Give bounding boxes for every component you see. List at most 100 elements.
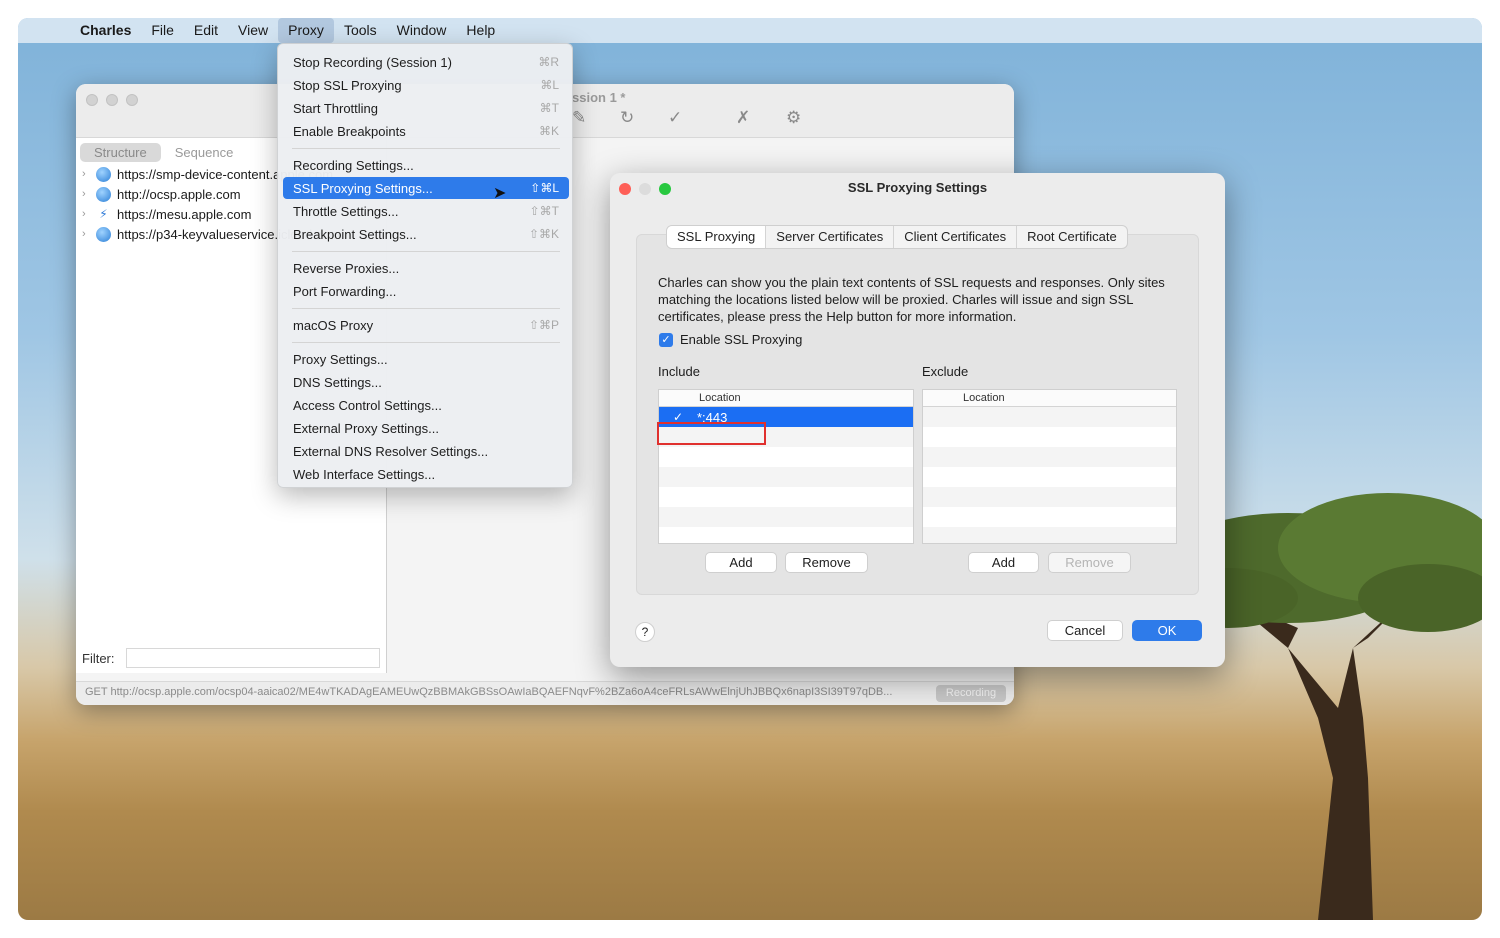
menu-item-label: DNS Settings... <box>293 374 382 390</box>
menu-item[interactable]: Stop SSL Proxying ⌘L <box>283 74 569 96</box>
menu-item-label: Stop SSL Proxying <box>293 77 402 93</box>
menu-view[interactable]: View <box>228 18 278 43</box>
gear-icon[interactable]: ⚙ <box>786 108 801 128</box>
tab-server-certificates[interactable]: Server Certificates <box>766 226 895 248</box>
close-icon[interactable] <box>86 94 98 106</box>
menu-bar: Charles File Edit View Proxy Tools Windo… <box>18 18 1482 43</box>
menu-item-shortcut: ⇧⌘K <box>528 227 559 241</box>
chevron-right-icon[interactable]: › <box>82 228 96 240</box>
menu-item[interactable]: Access Control Settings... <box>283 394 569 416</box>
menu-edit[interactable]: Edit <box>184 18 228 43</box>
window-controls[interactable] <box>86 94 138 106</box>
menu-item-shortcut: ⌘R <box>538 55 559 69</box>
menu-item-label: Port Forwarding... <box>293 283 397 299</box>
menu-tools[interactable]: Tools <box>334 18 387 43</box>
status-text: GET http://ocsp.apple.com/ocsp04-aaica02… <box>85 686 893 698</box>
mouse-cursor-icon: ➤ <box>493 185 507 202</box>
globe-icon <box>96 166 111 182</box>
menu-item[interactable]: External Proxy Settings... <box>283 417 569 439</box>
tab-root-certificate[interactable]: Root Certificate <box>1017 226 1127 248</box>
menu-separator <box>292 342 560 343</box>
menu-item-label: Reverse Proxies... <box>293 260 400 276</box>
checkbox-checked-icon[interactable]: ✓ <box>659 332 673 347</box>
menu-item[interactable]: Port Forwarding... <box>283 280 569 302</box>
status-bar: GET http://ocsp.apple.com/ocsp04-aaica02… <box>76 681 1014 705</box>
cancel-button[interactable]: Cancel <box>1047 620 1123 641</box>
menu-item-label: Proxy Settings... <box>293 351 388 367</box>
menu-item-shortcut: ⌘K <box>538 124 559 138</box>
minimize-icon[interactable] <box>106 94 118 106</box>
menu-item-label: Access Control Settings... <box>293 397 442 413</box>
menu-item-label: Throttle Settings... <box>293 203 399 219</box>
menu-separator <box>292 148 560 149</box>
desktop: Charles File Edit View Proxy Tools Windo… <box>18 18 1482 920</box>
tab-client-certificates[interactable]: Client Certificates <box>894 226 1018 248</box>
include-label: Include <box>658 364 700 379</box>
pen-icon[interactable]: ✎ <box>572 108 586 128</box>
filter-input[interactable] <box>126 648 380 668</box>
menu-separator <box>292 308 560 309</box>
menu-item[interactable]: Web Interface Settings... <box>283 463 569 485</box>
tree-item-label: https://mesu.apple.com <box>117 206 252 222</box>
globe-icon <box>96 226 111 242</box>
tab-sequence[interactable]: Sequence <box>161 143 248 162</box>
highlight-annotation-box <box>657 422 766 445</box>
ok-button[interactable]: OK <box>1132 620 1202 641</box>
chevron-right-icon[interactable]: › <box>82 188 96 200</box>
tree-item-label: http://ocsp.apple.com <box>117 186 241 202</box>
menu-item[interactable]: SSL Proxying Settings... ⇧⌘L <box>283 177 569 199</box>
menu-item[interactable]: Reverse Proxies... <box>283 257 569 279</box>
enable-ssl-proxying-checkbox[interactable]: ✓ Enable SSL Proxying <box>659 332 802 347</box>
exclude-remove-button[interactable]: Remove <box>1048 552 1131 573</box>
include-location-header[interactable]: Location <box>659 390 913 407</box>
menu-item[interactable]: Breakpoint Settings... ⇧⌘K <box>283 223 569 245</box>
bolt-icon: ⚡ <box>99 207 108 221</box>
menu-file[interactable]: File <box>141 18 184 43</box>
menu-item[interactable]: Throttle Settings... ⇧⌘T <box>283 200 569 222</box>
menu-item[interactable]: macOS Proxy ⇧⌘P <box>283 314 569 336</box>
check-icon[interactable]: ✓ <box>668 108 682 128</box>
tab-ssl-proxying[interactable]: SSL Proxying <box>667 226 767 248</box>
exclude-label: Exclude <box>922 364 969 379</box>
exclude-add-button[interactable]: Add <box>968 552 1039 573</box>
menu-item-label: Breakpoint Settings... <box>293 226 417 242</box>
exclude-location-header[interactable]: Location <box>923 390 1176 407</box>
menu-window[interactable]: Window <box>387 18 457 43</box>
include-table[interactable]: Location ✓ *:443 <box>658 389 914 544</box>
menu-app-charles[interactable]: Charles <box>70 18 141 43</box>
menu-item-label: Enable Breakpoints <box>293 123 406 139</box>
tab-structure[interactable]: Structure <box>80 143 161 162</box>
chevron-right-icon[interactable]: › <box>82 168 96 180</box>
menu-item[interactable]: External DNS Resolver Settings... <box>283 440 569 462</box>
menu-item-label: External Proxy Settings... <box>293 420 439 436</box>
enable-ssl-proxying-label: Enable SSL Proxying <box>680 332 803 347</box>
view-segment: Structure Sequence <box>80 143 247 162</box>
include-remove-button[interactable]: Remove <box>785 552 868 573</box>
menu-item[interactable]: Recording Settings... <box>283 154 569 176</box>
refresh-icon[interactable]: ↻ <box>620 108 634 128</box>
session-title: ssion 1 * <box>572 90 626 105</box>
globe-icon <box>96 186 111 202</box>
menu-item[interactable]: DNS Settings... <box>283 371 569 393</box>
tools-icon[interactable]: ✗ <box>736 108 750 128</box>
menu-item[interactable]: Stop Recording (Session 1) ⌘R <box>283 51 569 73</box>
menu-help[interactable]: Help <box>456 18 505 43</box>
description-text: Charles can show you the plain text cont… <box>658 275 1165 324</box>
menu-proxy[interactable]: Proxy <box>278 18 334 43</box>
dialog-title: SSL Proxying Settings <box>847 180 988 195</box>
help-button[interactable]: ? <box>635 622 655 642</box>
recording-button[interactable]: Recording <box>936 685 1006 702</box>
exclude-table[interactable]: Location <box>922 389 1177 544</box>
menu-item-label: Recording Settings... <box>293 157 414 173</box>
ssl-proxying-settings-dialog: SSL Proxying Settings SSL Proxying Serve… <box>610 173 1225 667</box>
include-add-button[interactable]: Add <box>705 552 777 573</box>
menu-item[interactable]: Enable Breakpoints ⌘K <box>283 120 569 142</box>
zoom-icon[interactable] <box>126 94 138 106</box>
menu-item-shortcut: ⌘T <box>539 101 559 115</box>
menu-item-label: SSL Proxying Settings... <box>293 180 433 196</box>
menu-item-label: macOS Proxy <box>293 317 374 333</box>
menu-item[interactable]: Proxy Settings... <box>283 348 569 370</box>
menu-item-shortcut: ⇧⌘T <box>529 204 559 218</box>
menu-item[interactable]: Start Throttling ⌘T <box>283 97 569 119</box>
chevron-right-icon[interactable]: › <box>82 208 96 220</box>
